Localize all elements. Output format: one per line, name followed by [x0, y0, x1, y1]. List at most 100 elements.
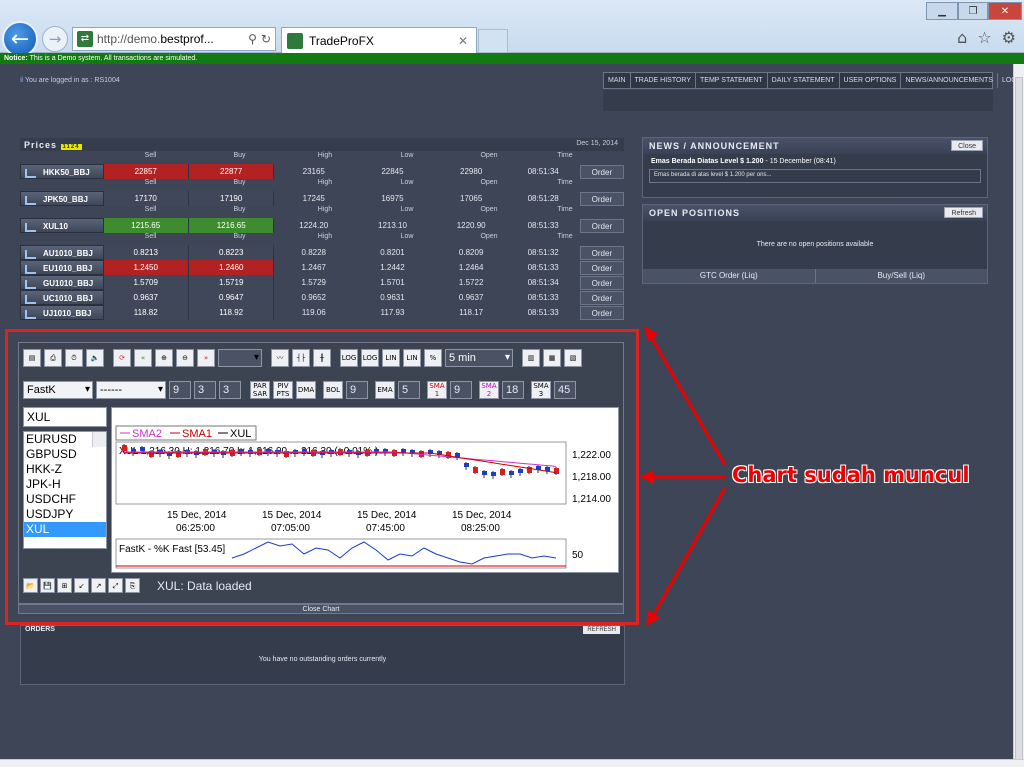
sma2-input[interactable]: 18 — [502, 381, 524, 399]
search-icon[interactable]: ⚲ — [248, 32, 257, 46]
settings-gear-icon[interactable]: ⚙ — [1002, 28, 1016, 47]
symbol-list-item[interactable]: USDCHF — [24, 492, 106, 507]
symbol-list-item[interactable]: JPK-H — [24, 477, 106, 492]
chart-style-select[interactable] — [218, 349, 262, 367]
copy-icon[interactable]: ⎘ — [125, 578, 140, 593]
menu-item-5[interactable]: News/Announcements — [901, 73, 998, 88]
buy-price[interactable]: 0.8223 — [188, 245, 275, 260]
sma1-input[interactable]: 9 — [450, 381, 472, 399]
symbol-name[interactable]: AU1010_BBJ — [20, 245, 104, 260]
close-window-button[interactable]: ✕ — [988, 2, 1022, 20]
buy-sell-button[interactable]: Buy/Sell (Liq) — [815, 269, 987, 283]
log-scale-icon[interactable]: LOG — [340, 349, 358, 367]
bol-button[interactable]: BOL — [323, 381, 343, 399]
order-button[interactable]: Order — [579, 260, 625, 275]
symbol-list-item[interactable]: HKK-Z — [24, 462, 106, 477]
address-bar[interactable]: ⇄ http://demo.bestprof... ⚲ ↻ — [72, 27, 276, 51]
expand-alt-icon[interactable]: ⤢ — [108, 578, 123, 593]
line-chart-icon[interactable]: 〰 — [271, 349, 289, 367]
symbol-list-scrollbar[interactable] — [92, 432, 106, 447]
symbol-list-item[interactable]: XUL — [24, 522, 106, 537]
horizontal-scrollbar[interactable] — [0, 759, 1024, 767]
sell-price[interactable]: 1.5709 — [103, 275, 189, 290]
bar-chart-icon[interactable]: ┤├ — [292, 349, 310, 367]
dma-button[interactable]: DMA — [296, 381, 316, 399]
menu-item-1[interactable]: Trade History — [631, 73, 697, 88]
sell-price[interactable]: 1215.65 — [103, 218, 189, 233]
order-button[interactable]: Order — [579, 218, 625, 233]
order-button[interactable]: Order — [579, 245, 625, 260]
indicator-select[interactable]: FastK — [23, 381, 93, 399]
chart-plot-area[interactable]: SMA2 SMA1 XUL XUL 1,216.30 H: 1,216.70 L… — [111, 407, 619, 573]
ema-button[interactable]: EMA — [375, 381, 395, 399]
ema-input[interactable]: 5 — [398, 381, 420, 399]
symbol-name[interactable]: UJ1010_BBJ — [20, 305, 104, 320]
buy-price[interactable]: 118.92 — [188, 305, 275, 320]
new-tab-button[interactable] — [478, 29, 508, 53]
buy-price[interactable]: 1216.65 — [188, 218, 275, 233]
close-tab-icon[interactable]: ✕ — [458, 34, 468, 48]
zoom-out-icon[interactable]: ⊖ — [176, 349, 194, 367]
maximize-button[interactable]: ❐ — [958, 2, 988, 20]
forward-button[interactable]: → — [42, 26, 68, 52]
sell-price[interactable]: 0.9637 — [103, 290, 189, 305]
refresh-chart-icon[interactable]: ⟳ — [113, 349, 131, 367]
menu-item-4[interactable]: User Options — [840, 73, 902, 88]
sma3-input[interactable]: 45 — [554, 381, 576, 399]
close-chart-button[interactable]: Close Chart — [18, 604, 624, 614]
symbol-name[interactable]: EU1010_BBJ — [20, 260, 104, 275]
vertical-scrollbar[interactable] — [1013, 64, 1024, 767]
fast-forward-icon[interactable]: » — [197, 349, 215, 367]
buy-price[interactable]: 22877 — [188, 164, 275, 179]
indicator-param-3[interactable]: 3 — [219, 381, 241, 399]
symbol-list[interactable]: EURUSD GBPUSD HKK-Z JPK-H USDCHF USDJPY XUL — [23, 431, 107, 549]
order-button[interactable]: Order — [579, 290, 625, 305]
symbol-name[interactable]: XUL10 — [20, 218, 104, 233]
bol-input[interactable]: 9 — [346, 381, 368, 399]
home-icon[interactable]: ⌂ — [957, 28, 967, 47]
order-button[interactable]: Order — [579, 191, 625, 206]
sell-price[interactable]: 17170 — [103, 191, 189, 206]
menu-item-3[interactable]: Daily Statement — [768, 73, 840, 88]
sell-price[interactable]: 1.2450 — [103, 260, 189, 275]
interval-select[interactable]: 5 min — [445, 349, 513, 367]
percent-scale-icon[interactable]: % — [424, 349, 442, 367]
menu-item-2[interactable]: Temp Statement — [696, 73, 768, 88]
refresh-icon[interactable]: ↻ — [261, 32, 275, 46]
sell-price[interactable]: 0.8213 — [103, 245, 189, 260]
candle-chart-icon[interactable]: ╫ — [313, 349, 331, 367]
symbol-name[interactable]: GU1010_BBJ — [20, 275, 104, 290]
linear-scale-icon[interactable]: LIN — [382, 349, 400, 367]
expand-icon[interactable]: ↗ — [91, 578, 106, 593]
news-close-button[interactable]: Close — [951, 140, 983, 151]
sell-price[interactable]: 118.82 — [103, 305, 189, 320]
order-button[interactable]: Order — [579, 275, 625, 290]
fit-icon[interactable]: ⊞ — [57, 578, 72, 593]
buy-price[interactable]: 1.5719 — [188, 275, 275, 290]
symbol-name[interactable]: UC1010_BBJ — [20, 290, 104, 305]
order-button[interactable]: Order — [579, 164, 625, 179]
pivot-points-button[interactable]: PIV PTS — [273, 381, 293, 399]
menu-item-0[interactable]: Main — [604, 73, 631, 88]
symbol-name[interactable]: JPK50_BBJ — [20, 191, 104, 206]
orders-refresh-button[interactable]: Refresh — [583, 626, 620, 634]
sound-icon[interactable]: 🔈 — [86, 349, 104, 367]
chart-settings-icon[interactable]: ▥ — [522, 349, 540, 367]
color-palette-icon[interactable]: ▦ — [543, 349, 561, 367]
sell-price[interactable]: 22857 — [103, 164, 189, 179]
positions-refresh-button[interactable]: Refresh — [944, 207, 983, 218]
line-style-select[interactable]: ------ — [96, 381, 166, 399]
favorites-star-icon[interactable]: ☆ — [977, 28, 991, 47]
rewind-icon[interactable]: « — [134, 349, 152, 367]
sma3-button[interactable]: SMA 3 — [531, 381, 551, 399]
chart-type-icon[interactable]: ▧ — [564, 349, 582, 367]
print-icon[interactable]: ⎙ — [44, 349, 62, 367]
new-chart-icon[interactable]: ▤ — [23, 349, 41, 367]
indicator-param-1[interactable]: 9 — [169, 381, 191, 399]
minimize-button[interactable]: ▁ — [926, 2, 958, 20]
open-file-icon[interactable]: 📂 — [23, 578, 38, 593]
buy-price[interactable]: 0.9647 — [188, 290, 275, 305]
buy-price[interactable]: 17190 — [188, 191, 275, 206]
linear-scale-alt-icon[interactable]: LIN — [403, 349, 421, 367]
buy-price[interactable]: 1.2460 — [188, 260, 275, 275]
